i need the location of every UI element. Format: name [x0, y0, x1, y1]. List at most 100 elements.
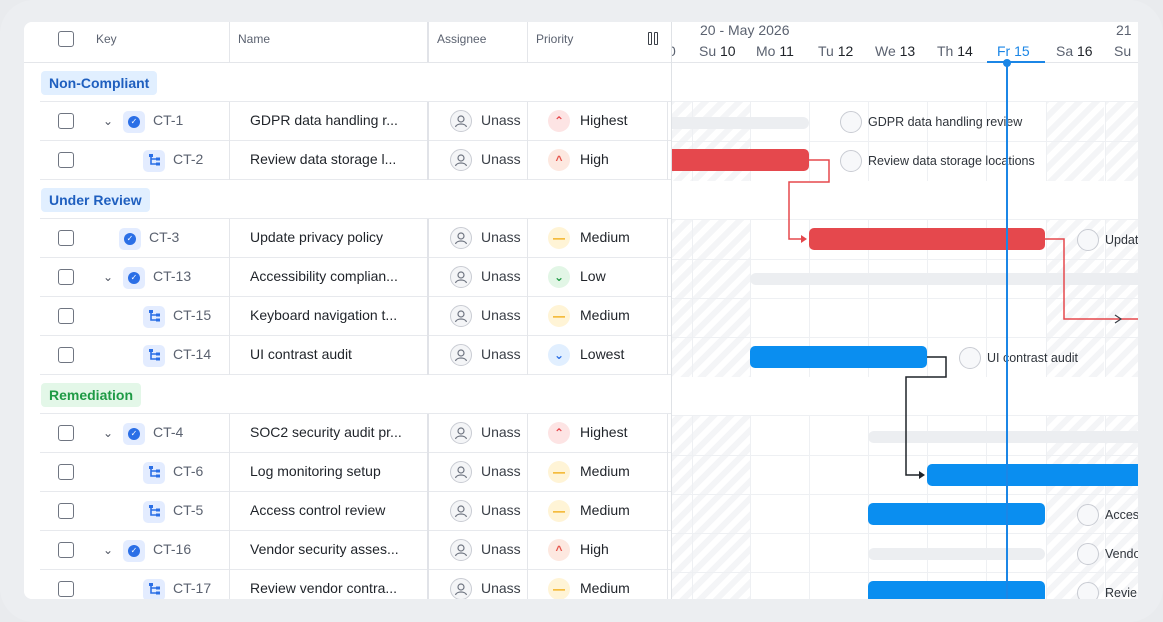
issue-key[interactable]: CT-13: [153, 268, 191, 284]
priority-label[interactable]: Highest: [580, 112, 627, 128]
user-avatar-icon[interactable]: [450, 461, 472, 483]
group-header-row[interactable]: Remediation: [40, 375, 671, 414]
priority-highest-icon: ⌃: [548, 110, 570, 132]
issue-name[interactable]: GDPR data handling r...: [250, 112, 398, 128]
priority-label[interactable]: Medium: [580, 229, 630, 245]
assignee-name[interactable]: Unass: [481, 502, 521, 518]
column-resize-icon[interactable]: [647, 32, 659, 46]
user-avatar-icon[interactable]: [450, 149, 472, 171]
priority-highest-icon: ⌃: [548, 422, 570, 444]
issue-name[interactable]: Update privacy policy: [250, 229, 383, 245]
row-checkbox[interactable]: [58, 347, 74, 363]
issue-key[interactable]: CT-16: [153, 541, 191, 557]
priority-label[interactable]: Highest: [580, 424, 627, 440]
row-checkbox[interactable]: [58, 308, 74, 324]
row-checkbox[interactable]: [58, 230, 74, 246]
issue-key[interactable]: CT-1: [153, 112, 183, 128]
priority-label[interactable]: High: [580, 151, 609, 167]
issue-name[interactable]: Review data storage l...: [250, 151, 396, 167]
row-checkbox[interactable]: [58, 503, 74, 519]
priority-label[interactable]: Low: [580, 268, 606, 284]
priority-high-icon: ^: [548, 539, 570, 561]
task-check-icon: ✓: [123, 111, 145, 133]
user-avatar-icon[interactable]: [450, 227, 472, 249]
assignee-name[interactable]: Unass: [481, 424, 521, 440]
table-row[interactable]: ⌄ ✓ CT-16 Vendor security asses... Unass ^ Hig…: [40, 531, 671, 570]
column-header-priority[interactable]: Priority: [536, 22, 573, 62]
assignee-name[interactable]: Unass: [481, 346, 521, 362]
assignee-name[interactable]: Unass: [481, 151, 521, 167]
table-row[interactable]: ⌄ ✓ CT-4 SOC2 security audit pr... Unass ⌃ Hig…: [40, 414, 671, 453]
issue-key[interactable]: CT-3: [149, 229, 179, 245]
table-row[interactable]: ⌄ ✓ CT-13 Accessibility complian... Unass ⌄ Lo…: [40, 258, 671, 297]
table-row[interactable]: CT-2 Review data storage l... Unass ^ High: [40, 141, 671, 180]
assignee-name[interactable]: Unass: [481, 307, 521, 323]
issue-name[interactable]: Vendor security asses...: [250, 541, 399, 557]
issue-name[interactable]: Access control review: [250, 502, 385, 518]
issue-key[interactable]: CT-5: [173, 502, 203, 518]
row-checkbox[interactable]: [58, 425, 74, 441]
user-avatar-icon[interactable]: [450, 578, 472, 599]
dependency-link-ct2-ct3[interactable]: [788, 159, 830, 240]
issue-key[interactable]: CT-6: [173, 463, 203, 479]
table-row[interactable]: CT-15 Keyboard navigation t... Unass — Mediu…: [40, 297, 671, 336]
user-avatar-icon[interactable]: [450, 110, 472, 132]
group-header-row[interactable]: Non-Compliant: [40, 63, 671, 102]
assignee-name[interactable]: Unass: [481, 463, 521, 479]
user-avatar-icon[interactable]: [450, 266, 472, 288]
assignee-name[interactable]: Unass: [481, 580, 521, 596]
priority-label[interactable]: Lowest: [580, 346, 624, 362]
issue-name[interactable]: SOC2 security audit pr...: [250, 424, 402, 440]
table-row[interactable]: CT-17 Review vendor contra... Unass — Medium: [40, 570, 671, 599]
day-header-fr-15: Fr 15: [997, 43, 1030, 59]
priority-label[interactable]: Medium: [580, 463, 630, 479]
assignee-name[interactable]: Unass: [481, 112, 521, 128]
priority-label[interactable]: Medium: [580, 502, 630, 518]
table-row[interactable]: CT-6 Log monitoring setup Unass — Medium: [40, 453, 671, 492]
row-checkbox[interactable]: [58, 581, 74, 597]
issue-name[interactable]: UI contrast audit: [250, 346, 352, 362]
priority-label[interactable]: Medium: [580, 580, 630, 596]
row-checkbox[interactable]: [58, 152, 74, 168]
issue-key[interactable]: CT-2: [173, 151, 203, 167]
row-checkbox[interactable]: [58, 464, 74, 480]
user-avatar-icon[interactable]: [450, 500, 472, 522]
day-header-tu-12: Tu 12: [818, 43, 854, 59]
issue-key[interactable]: CT-17: [173, 580, 211, 596]
user-avatar-icon[interactable]: [450, 422, 472, 444]
table-row[interactable]: ⌄ ✓ CT-1 GDPR data handling r... Unass ⌃ Highe…: [40, 102, 671, 141]
group-label: Non-Compliant: [41, 71, 158, 95]
user-avatar-icon[interactable]: [450, 344, 472, 366]
assignee-name[interactable]: Unass: [481, 268, 521, 284]
select-all-checkbox[interactable]: [58, 31, 74, 47]
table-row[interactable]: CT-5 Access control review Unass — Medium: [40, 492, 671, 531]
dependency-link-ct14-ct6[interactable]: [905, 356, 947, 476]
row-checkbox[interactable]: [58, 113, 74, 129]
assignee-name[interactable]: Unass: [481, 229, 521, 245]
chevron-down-icon[interactable]: ⌄: [101, 543, 115, 557]
priority-label[interactable]: Medium: [580, 307, 630, 323]
column-header-key[interactable]: Key: [96, 22, 117, 62]
table-row[interactable]: CT-14 UI contrast audit Unass ⌄ Lowest: [40, 336, 671, 375]
issue-name[interactable]: Keyboard navigation t...: [250, 307, 397, 323]
priority-label[interactable]: High: [580, 541, 609, 557]
issue-key[interactable]: CT-15: [173, 307, 211, 323]
row-checkbox[interactable]: [58, 269, 74, 285]
assignee-name[interactable]: Unass: [481, 541, 521, 557]
chevron-down-icon[interactable]: ⌄: [101, 270, 115, 284]
user-avatar-icon[interactable]: [450, 539, 472, 561]
group-header-row[interactable]: Under Review: [40, 180, 671, 219]
user-avatar-icon[interactable]: [450, 305, 472, 327]
dependency-link-ct3-next[interactable]: [1045, 238, 1138, 320]
column-header-assignee[interactable]: Assignee: [437, 22, 486, 62]
issue-name[interactable]: Log monitoring setup: [250, 463, 381, 479]
row-checkbox[interactable]: [58, 542, 74, 558]
table-row[interactable]: ✓ CT-3 Update privacy policy Unass — Medium: [40, 219, 671, 258]
chevron-down-icon[interactable]: ⌄: [101, 426, 115, 440]
issue-name[interactable]: Accessibility complian...: [250, 268, 398, 284]
column-header-name[interactable]: Name: [238, 22, 270, 62]
issue-key[interactable]: CT-4: [153, 424, 183, 440]
chevron-down-icon[interactable]: ⌄: [101, 114, 115, 128]
issue-name[interactable]: Review vendor contra...: [250, 580, 397, 596]
issue-key[interactable]: CT-14: [173, 346, 211, 362]
